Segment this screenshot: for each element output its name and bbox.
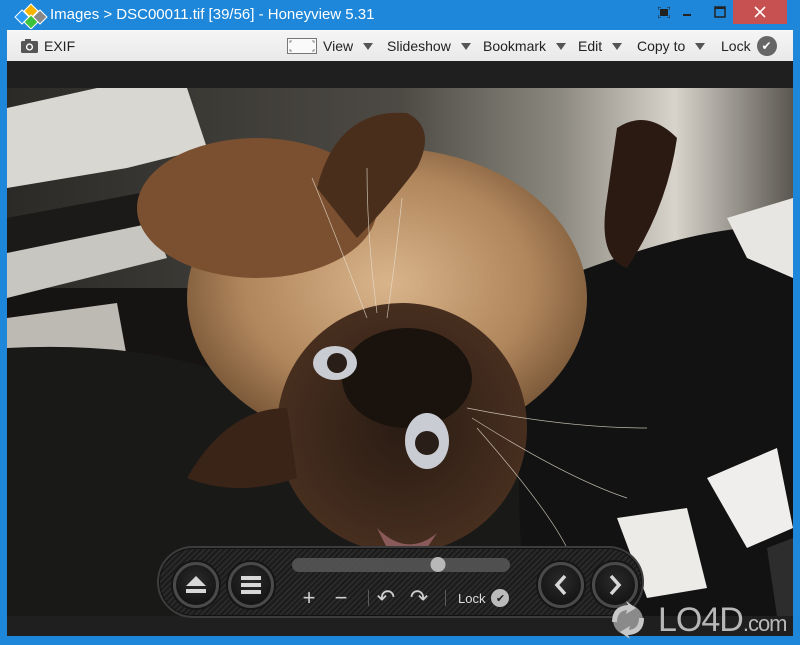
zoom-slider-knob[interactable]	[430, 557, 446, 572]
honeyview-logo-icon	[14, 3, 48, 29]
separator	[445, 590, 446, 606]
title-bar: Images > DSC00011.tif [39/56] - Honeyvie…	[0, 0, 800, 30]
maximize-button[interactable]	[708, 0, 732, 24]
rotate-left-icon: ↶	[376, 585, 396, 610]
zoom-out-button[interactable]: −	[329, 585, 353, 610]
close-icon	[754, 6, 766, 18]
check-icon: ✔	[491, 589, 510, 607]
exif-label: EXIF	[44, 38, 76, 54]
check-icon: ✔	[756, 36, 777, 56]
camera-icon	[21, 39, 38, 53]
edit-menu[interactable]: Edit	[578, 31, 623, 61]
lock-label: Lock	[721, 38, 751, 54]
rotate-right-button[interactable]: ↷	[407, 585, 431, 610]
lock-toggle[interactable]: Lock ✔	[721, 31, 777, 61]
zoom-slider[interactable]	[292, 557, 510, 572]
minimize-button[interactable]	[676, 0, 698, 24]
slideshow-menu[interactable]: Slideshow	[387, 31, 471, 61]
window-title: Images > DSC00011.tif [39/56] - Honeyvie…	[50, 6, 375, 23]
image-viewer[interactable]: + − ↶ ↷ Lock ✔	[7, 61, 793, 636]
toolbar: EXIF View Slideshow Bookmark Edit Copy t…	[7, 30, 793, 61]
minimize-icon	[683, 14, 691, 16]
fit-screen-icon	[287, 38, 317, 54]
rotate-right-icon: ↷	[409, 585, 429, 610]
eject-button[interactable]	[173, 562, 219, 608]
chevron-down-icon	[612, 42, 623, 50]
slideshow-label: Slideshow	[387, 38, 451, 54]
chevron-left-icon	[554, 574, 567, 596]
rotate-left-button[interactable]: ↶	[374, 585, 398, 610]
separator	[368, 590, 369, 606]
exif-button[interactable]: EXIF	[21, 31, 75, 61]
lo4d-logo-icon	[612, 601, 644, 639]
lock-label: Lock	[458, 590, 486, 606]
app-window: Images > DSC00011.tif [39/56] - Honeyvie…	[0, 0, 800, 645]
previous-image-button[interactable]	[538, 562, 584, 608]
eject-icon	[186, 576, 206, 593]
maximize-icon	[714, 6, 726, 18]
bookmark-label: Bookmark	[483, 38, 547, 54]
plus-icon: +	[302, 585, 316, 610]
menu-button[interactable]	[228, 562, 274, 608]
minus-icon: −	[334, 585, 348, 610]
fullscreen-icon	[658, 6, 670, 18]
close-button[interactable]	[733, 0, 787, 24]
fullscreen-button[interactable]	[653, 0, 675, 24]
photo-canvas[interactable]	[7, 88, 793, 616]
lock-toggle-control[interactable]: Lock ✔	[458, 586, 510, 610]
chevron-down-icon	[363, 42, 374, 50]
copy-to-menu[interactable]: Copy to	[637, 31, 706, 61]
chevron-right-icon	[609, 574, 622, 596]
lo4d-watermark: LO4D.com	[606, 600, 788, 640]
edit-label: Edit	[578, 38, 603, 54]
control-bar: + − ↶ ↷ Lock ✔	[157, 546, 644, 618]
bookmark-menu[interactable]: Bookmark	[483, 31, 567, 61]
cat-photo	[7, 88, 793, 616]
watermark-text: LO4D.com	[658, 600, 788, 639]
view-label: View	[323, 38, 354, 54]
chevron-down-icon	[556, 42, 567, 50]
chevron-down-icon	[695, 42, 706, 50]
menu-icon	[241, 576, 261, 594]
chevron-down-icon	[460, 42, 471, 50]
copy-to-label: Copy to	[637, 38, 686, 54]
zoom-in-button[interactable]: +	[297, 585, 321, 610]
view-menu[interactable]: View	[287, 31, 374, 61]
